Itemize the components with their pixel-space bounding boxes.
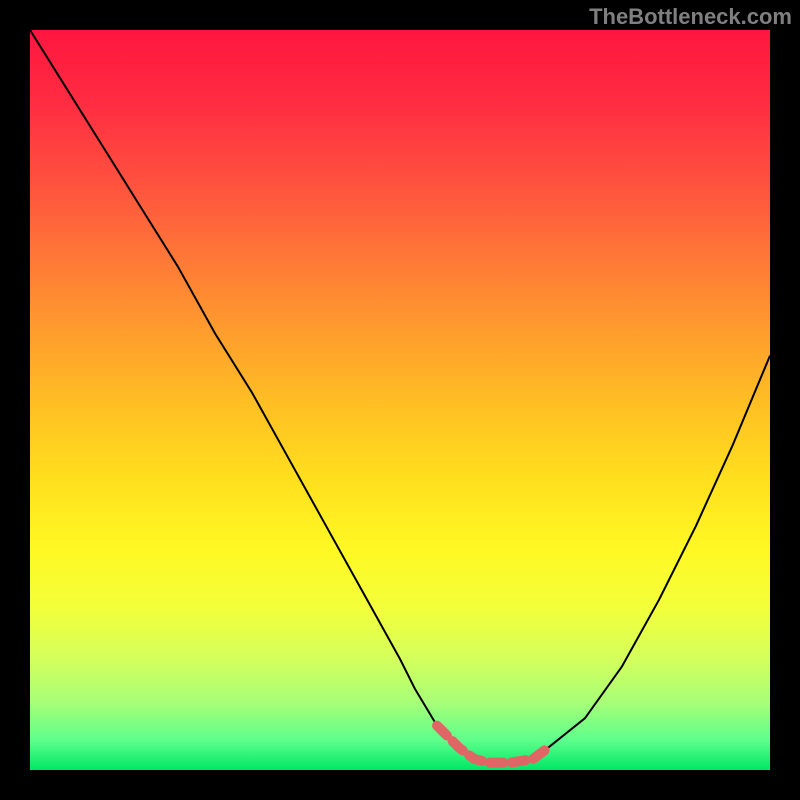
chart-container: TheBottleneck.com [0, 0, 800, 800]
chart-svg [30, 30, 770, 770]
plot-area [30, 30, 770, 770]
watermark-text: TheBottleneck.com [589, 4, 792, 30]
